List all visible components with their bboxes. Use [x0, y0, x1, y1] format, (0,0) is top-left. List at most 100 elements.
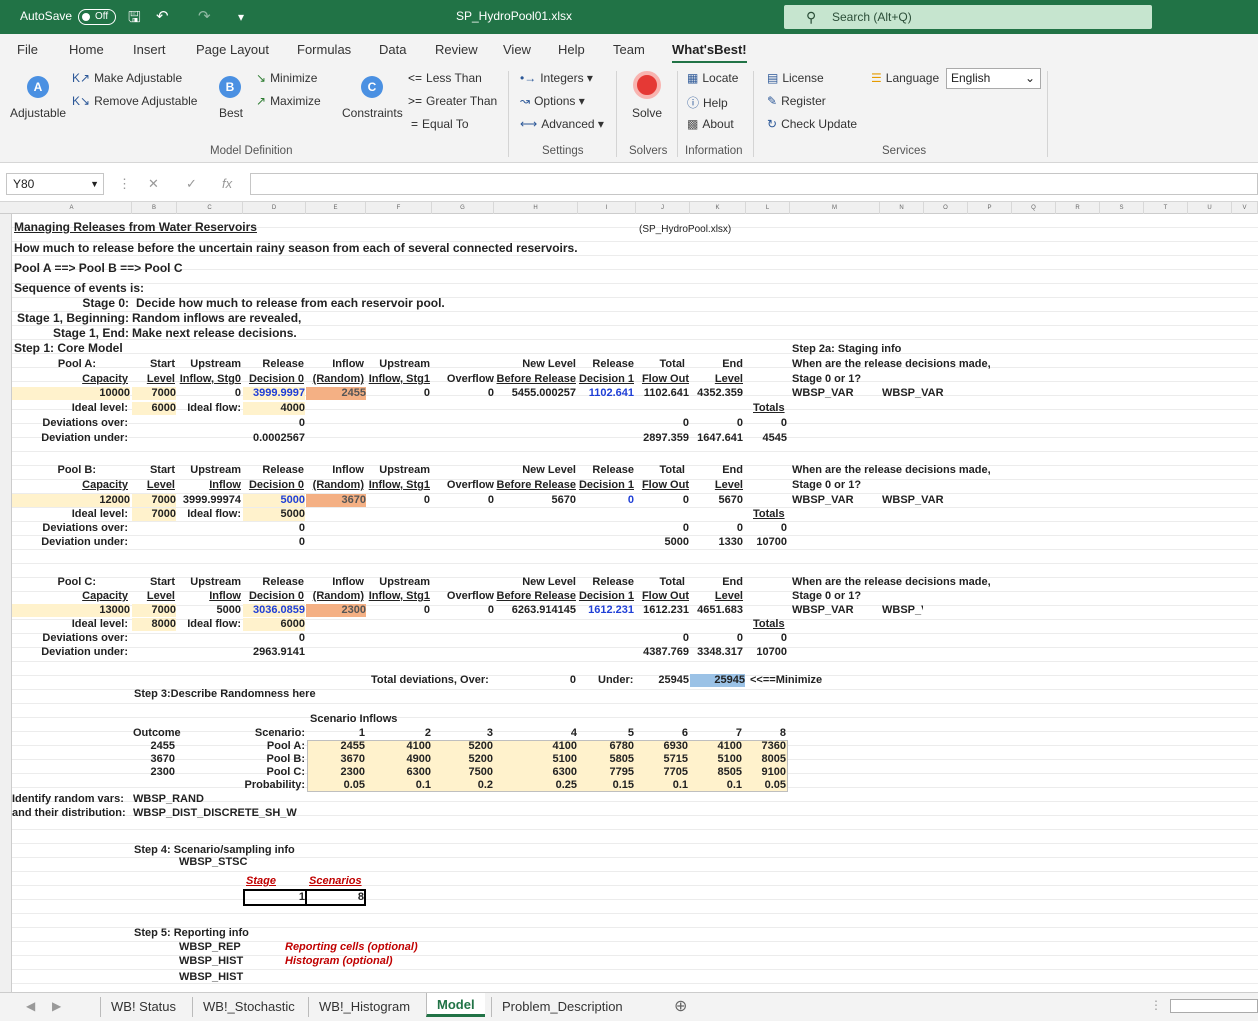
pool-a-ideal-flow[interactable]: 4000 — [243, 402, 305, 415]
pool-c-dev-under-k[interactable]: 4387.769 — [636, 646, 689, 659]
pool-a-overflow[interactable]: 0 — [432, 387, 494, 400]
undo-icon[interactable]: ↶ — [156, 7, 169, 25]
pool-b-dev-under[interactable]: 0 — [243, 536, 305, 549]
save-icon[interactable]: 🖫 — [128, 7, 141, 32]
options-button[interactable]: ↝ Options ▾ — [520, 94, 585, 108]
pool-b-dev-under-k[interactable]: 5000 — [636, 536, 689, 549]
col-j[interactable]: J — [636, 202, 690, 214]
tab-home[interactable]: Home — [69, 42, 104, 57]
pool-b-release1[interactable]: 0 — [578, 494, 634, 507]
best-button[interactable]: Best — [219, 106, 243, 120]
constraints-button[interactable]: Constraints — [342, 106, 403, 120]
pool-b-dev-under-total[interactable]: 10700 — [745, 536, 787, 549]
scenario-cell[interactable]: 6300 — [495, 766, 577, 779]
pool-c-dev-over[interactable]: 0 — [243, 632, 305, 645]
horizontal-scrollbar[interactable] — [1170, 999, 1258, 1013]
pool-a-release1[interactable]: 1102.641 — [578, 387, 634, 400]
col-t[interactable]: T — [1144, 202, 1188, 214]
stage-value[interactable]: 1 — [243, 889, 306, 906]
under-value[interactable]: 25945 — [636, 674, 689, 687]
pool-c-up1[interactable]: 0 — [366, 604, 430, 617]
scenario-cell[interactable]: 5805 — [579, 753, 634, 766]
pool-a-capacity[interactable]: 10000 — [12, 387, 130, 400]
pool-c-end[interactable]: 4651.683 — [690, 604, 743, 617]
scenario-cell[interactable]: 4100 — [690, 740, 742, 753]
scenario-cell[interactable]: 4900 — [367, 753, 431, 766]
pool-c-dev-under[interactable]: 2963.9141 — [243, 646, 305, 659]
pool-a-dev-under-l[interactable]: 1647.641 — [690, 432, 743, 445]
col-s[interactable]: S — [1100, 202, 1144, 214]
pool-b-dev-over[interactable]: 0 — [243, 522, 305, 535]
scenario-cell[interactable]: 2300 — [307, 766, 365, 779]
col-c[interactable]: C — [177, 202, 243, 214]
pool-c-total[interactable]: 1612.231 — [636, 604, 689, 617]
pool-a-dev-over-l[interactable]: 0 — [690, 417, 743, 430]
enter-icon[interactable]: ✓ — [186, 176, 197, 192]
col-a[interactable]: A — [12, 202, 132, 214]
worksheet-grid[interactable]: Managing Releases from Water Reservoirs … — [12, 214, 1258, 992]
scenario-cell[interactable]: 4100 — [495, 740, 577, 753]
outcome-value[interactable]: 2455 — [132, 740, 175, 753]
probability-cell[interactable]: 0.1 — [636, 779, 688, 792]
advanced-button[interactable]: ⟷ Advanced ▾ — [520, 117, 604, 131]
pool-a-dev-over-total[interactable]: 0 — [745, 417, 787, 430]
col-e[interactable]: E — [306, 202, 366, 214]
formula-input[interactable] — [250, 173, 1258, 195]
insert-function-icon[interactable]: fx — [222, 176, 232, 191]
check-update-button[interactable]: ↻ Check Update — [767, 117, 857, 131]
objective-cell[interactable]: 25945 — [690, 674, 745, 687]
add-sheet-icon[interactable]: ⊕ — [674, 996, 687, 1016]
scenario-cell[interactable]: 5200 — [433, 740, 493, 753]
pool-c-upstream[interactable]: 5000 — [177, 604, 241, 617]
scenario-cell[interactable]: 5100 — [495, 753, 577, 766]
outcome-value[interactable]: 3670 — [132, 753, 175, 766]
col-m[interactable]: M — [790, 202, 880, 214]
tab-data[interactable]: Data — [379, 42, 406, 57]
tab-insert[interactable]: Insert — [133, 42, 166, 57]
pool-c-dev-over-k[interactable]: 0 — [636, 632, 689, 645]
less-than-button[interactable]: <= Less Than — [408, 71, 482, 85]
pool-c-inflow[interactable]: 2300 — [306, 604, 366, 617]
tab-wb-status[interactable]: WB! Status — [100, 997, 186, 1017]
pool-b-upstream[interactable]: 3999.99974 — [177, 494, 241, 507]
pool-c-dev-under-total[interactable]: 10700 — [745, 646, 787, 659]
pool-b-dev-under-l[interactable]: 1330 — [690, 536, 743, 549]
pool-a-dev-over[interactable]: 0 — [243, 417, 305, 430]
next-sheet-icon[interactable]: ▶ — [52, 999, 61, 1013]
probability-cell[interactable]: 0.05 — [307, 779, 365, 792]
pool-a-end[interactable]: 4352.359 — [690, 387, 743, 400]
pool-a-dev-under-total[interactable]: 4545 — [745, 432, 787, 445]
tab-view[interactable]: View — [503, 42, 531, 57]
search-box[interactable]: ⚲ Search (Alt+Q) — [784, 5, 1152, 29]
col-g[interactable]: G — [432, 202, 494, 214]
col-r[interactable]: R — [1056, 202, 1100, 214]
tab-wb-stochastic[interactable]: WB!_Stochastic — [192, 997, 305, 1017]
locate-button[interactable]: ▦ Locate — [687, 71, 738, 85]
pool-c-ideal-level[interactable]: 8000 — [132, 618, 176, 631]
col-v[interactable]: V — [1232, 202, 1258, 214]
col-f[interactable]: F — [366, 202, 432, 214]
col-d[interactable]: D — [243, 202, 306, 214]
col-h[interactable]: H — [494, 202, 578, 214]
scenario-cell[interactable]: 8005 — [744, 753, 786, 766]
pool-a-dev-under[interactable]: 0.0002567 — [243, 432, 305, 445]
pool-c-start[interactable]: 7000 — [132, 604, 176, 617]
tab-page-layout[interactable]: Page Layout — [196, 42, 269, 57]
tab-model[interactable]: Model — [426, 993, 485, 1017]
pool-b-dev-over-k[interactable]: 0 — [636, 522, 689, 535]
pool-c-overflow[interactable]: 0 — [432, 604, 494, 617]
pool-c-dev-over-total[interactable]: 0 — [745, 632, 787, 645]
scenario-cell[interactable]: 6300 — [367, 766, 431, 779]
customize-qat-icon[interactable]: ▾ — [238, 10, 244, 24]
equal-to-button[interactable]: = Equal To — [411, 117, 469, 131]
pool-a-new-level[interactable]: 5455.000257 — [494, 387, 576, 400]
pool-b-new-level[interactable]: 5670 — [494, 494, 576, 507]
tab-file[interactable]: File — [17, 42, 38, 57]
adjustable-button[interactable]: Adjustable — [10, 106, 66, 120]
pool-b-capacity[interactable]: 12000 — [12, 494, 130, 507]
greater-than-button[interactable]: >= Greater Than — [408, 94, 497, 108]
solve-button[interactable]: Solve — [632, 106, 662, 120]
cancel-icon[interactable]: ✕ — [148, 176, 159, 192]
tab-help[interactable]: Help — [558, 42, 585, 57]
pool-b-dev-over-l[interactable]: 0 — [690, 522, 743, 535]
